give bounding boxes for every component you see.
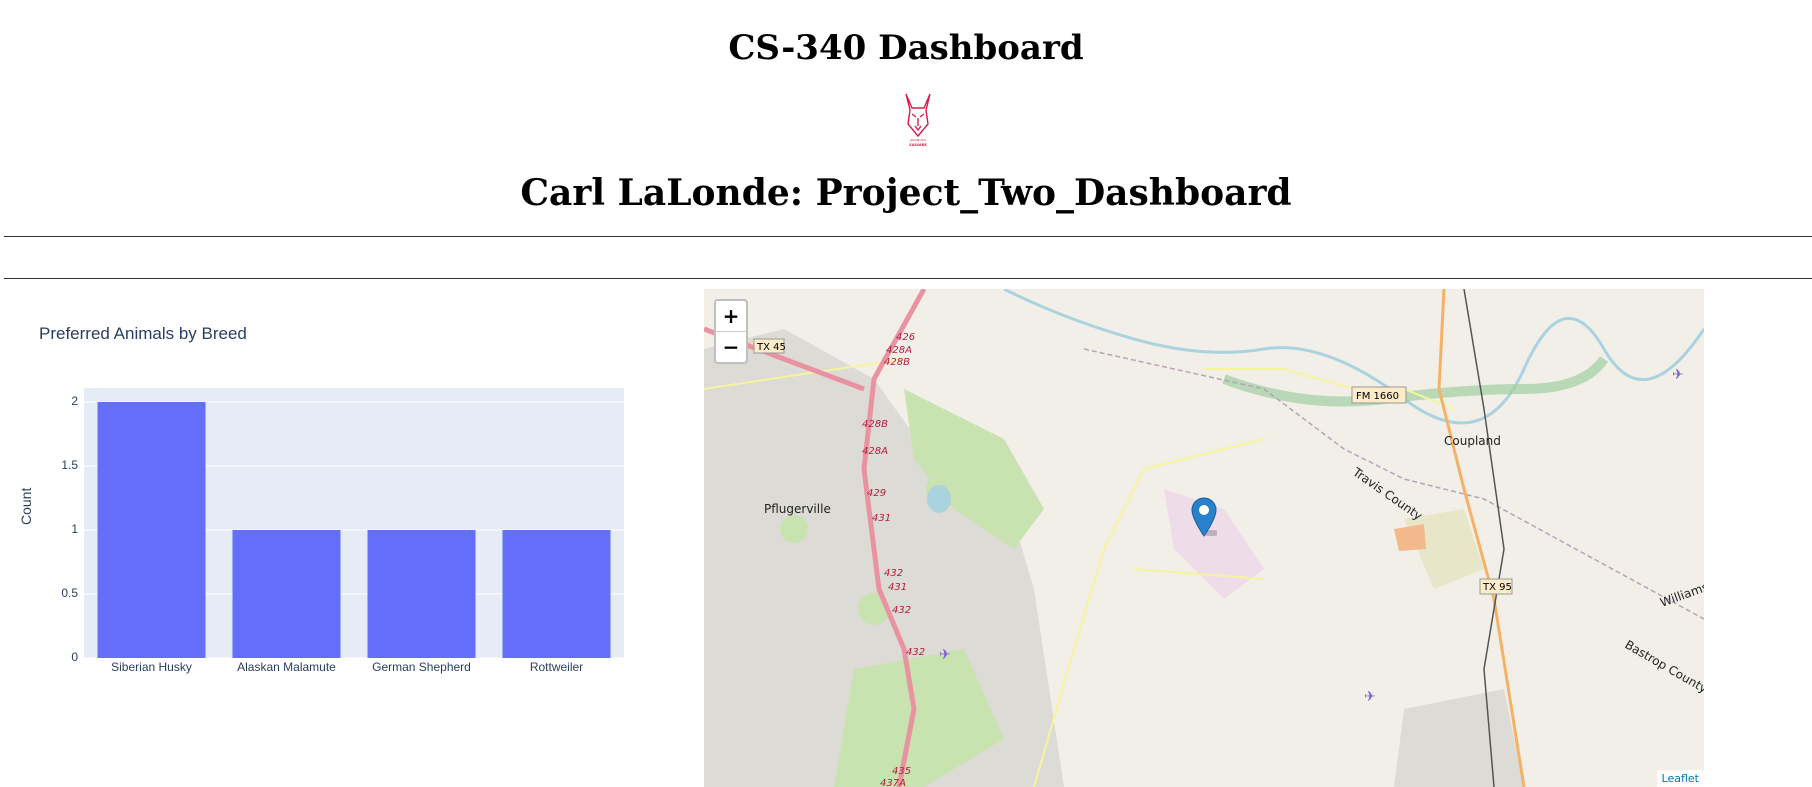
place-pflugerville: Pflugerville <box>764 502 831 516</box>
svg-text:GRAZIOSO: GRAZIOSO <box>910 138 927 142</box>
svg-text:426: 426 <box>896 332 915 343</box>
zoom-in-button[interactable]: + <box>716 301 746 331</box>
svg-text:437A: 437A <box>880 778 906 787</box>
y-tick-label: 0.5 <box>61 586 78 600</box>
x-tick-label: Alaskan Malamute <box>237 660 336 674</box>
place-coupland: Coupland <box>1444 434 1501 448</box>
place-travis-county: Travis County <box>1349 464 1424 523</box>
svg-text:431: 431 <box>872 513 891 524</box>
bar-alaskan-malamute[interactable] <box>232 530 341 658</box>
shield-tx45: TX 45 <box>753 338 786 354</box>
zoom-out-button[interactable]: − <box>716 331 746 362</box>
y-tick-label: 1 <box>71 522 78 536</box>
svg-text:428B: 428B <box>862 419 888 430</box>
place-bastrop-county: Bastrop County <box>1623 637 1705 695</box>
shield-fm1660: FM 1660 <box>1351 386 1407 404</box>
divider-top <box>4 236 1812 237</box>
svg-text:431: 431 <box>888 582 907 593</box>
x-tick-label: Rottweiler <box>529 660 584 674</box>
svg-text:432: 432 <box>884 568 903 579</box>
svg-text:SALVARE: SALVARE <box>909 143 927 147</box>
map[interactable]: Pflugerville Coupland Travis County Bast… <box>704 289 1704 787</box>
y-tick-label: 2 <box>71 394 78 408</box>
airport-icon: ✈ <box>1672 367 1684 383</box>
y-axis-label: Count <box>18 487 34 525</box>
y-tick-label: 0 <box>71 650 78 664</box>
x-tick-label: Siberian Husky <box>111 660 192 674</box>
bar-german-shepherd[interactable] <box>367 530 476 658</box>
divider-bottom <box>4 278 1812 279</box>
svg-text:428A: 428A <box>862 446 888 457</box>
bar-rottweiler[interactable] <box>502 530 611 658</box>
plot-svg <box>84 401 624 659</box>
place-williamson: Williamson <box>1658 574 1704 609</box>
svg-text:TX 95: TX 95 <box>1482 582 1512 593</box>
y-tick-label: 1.5 <box>61 458 78 472</box>
map-tiles: Pflugerville Coupland Travis County Bast… <box>704 289 1704 787</box>
bar-siberian-husky[interactable] <box>97 402 206 658</box>
page-title: CS-340 Dashboard <box>728 28 1084 68</box>
shield-tx95: TX 95 <box>1479 578 1513 595</box>
svg-text:TX 45: TX 45 <box>756 342 786 353</box>
airport-icon: ✈ <box>939 647 951 663</box>
svg-text:435: 435 <box>892 766 911 777</box>
svg-text:428A: 428A <box>886 345 912 356</box>
svg-text:428B: 428B <box>884 357 910 368</box>
logo: GRAZIOSO SALVARE <box>905 93 931 147</box>
svg-text:FM 1660: FM 1660 <box>1356 391 1399 402</box>
svg-text:432: 432 <box>892 605 911 616</box>
leaflet-attribution-link[interactable]: Leaflet <box>1656 770 1704 787</box>
map-pin-icon[interactable] <box>1191 497 1217 537</box>
page-subtitle: Carl LaLonde: Project_Two_Dashboard <box>520 172 1292 214</box>
plot-area[interactable] <box>84 388 624 659</box>
svg-text:432: 432 <box>906 647 925 658</box>
svg-text:429: 429 <box>867 488 886 499</box>
x-tick-label: German Shepherd <box>372 660 471 674</box>
airport-icon: ✈ <box>1364 689 1376 705</box>
chart-title: Preferred Animals by Breed <box>39 324 247 343</box>
breed-bar-chart[interactable]: Preferred Animals by Breed Count 0 0.5 1 1.… <box>18 300 640 700</box>
zoom-control: + − <box>714 299 748 364</box>
